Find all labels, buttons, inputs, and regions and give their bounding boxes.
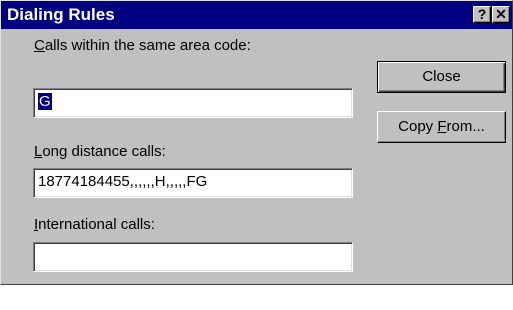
local-calls-value: G: [38, 93, 52, 110]
copy-from-accel: F: [437, 118, 447, 135]
local-calls-label-text: alls within the same area code:: [44, 37, 251, 54]
international-input[interactable]: [33, 242, 353, 272]
copy-from-suffix: rom...: [446, 118, 485, 135]
help-icon: ?: [477, 6, 487, 22]
copy-from-button[interactable]: Copy From...: [377, 111, 506, 143]
local-calls-label: Calls within the same area code:: [34, 37, 251, 55]
international-label: International calls:: [34, 216, 155, 234]
window-title: Dialing Rules: [7, 5, 115, 24]
help-button[interactable]: ?: [473, 6, 491, 23]
close-icon: ✕: [495, 6, 507, 22]
international-label-text: nternational calls:: [38, 216, 155, 233]
long-distance-value: 18774184455,,,,,,H,,,,,FG: [38, 173, 208, 190]
title-bar[interactable]: Dialing Rules ? ✕: [1, 1, 512, 29]
close-button[interactable]: Close: [377, 61, 506, 93]
long-distance-label-text: ong distance calls:: [42, 143, 166, 160]
close-window-button[interactable]: ✕: [492, 6, 510, 23]
copy-from-prefix: Copy: [398, 118, 438, 135]
local-calls-label-accel: C: [34, 37, 45, 54]
long-distance-label: Long distance calls:: [34, 143, 166, 161]
dialing-rules-dialog: Dialing Rules ? ✕ Calls within the same …: [0, 0, 513, 285]
local-calls-input[interactable]: G: [33, 88, 353, 118]
long-distance-input[interactable]: 18774184455,,,,,,H,,,,,FG: [33, 168, 353, 198]
